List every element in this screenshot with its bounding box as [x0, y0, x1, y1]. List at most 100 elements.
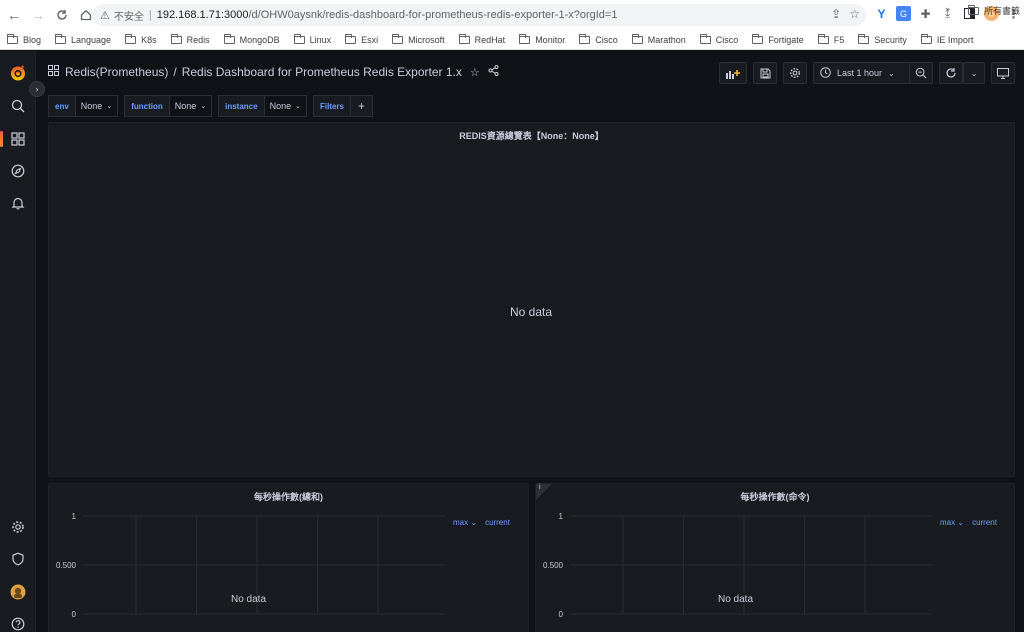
- overview-panel[interactable]: REDIS資源總覽表【None：None】 No data: [48, 122, 1015, 477]
- folder-link[interactable]: Redis(Prometheus): [65, 65, 168, 79]
- bookmark-item[interactable]: Redis: [170, 33, 210, 45]
- bookmark-item[interactable]: Fortigate: [752, 33, 804, 45]
- folder-icon: [458, 33, 470, 44]
- variable-select-function[interactable]: None ⌄: [169, 95, 213, 117]
- legend-max-label: max: [940, 518, 956, 527]
- tv-mode-button[interactable]: [991, 62, 1015, 84]
- bookmarks-overflow[interactable]: »: [945, 4, 950, 14]
- explore-compass-icon[interactable]: [9, 162, 27, 180]
- zoom-out-button[interactable]: [909, 62, 933, 84]
- bookmark-item[interactable]: RedHat: [458, 33, 505, 45]
- bookmark-item[interactable]: K8s: [125, 33, 157, 45]
- time-range-picker[interactable]: Last 1 hour ⌄: [813, 62, 911, 84]
- variable-select-instance[interactable]: None ⌄: [264, 95, 307, 117]
- alerting-bell-icon[interactable]: [9, 194, 27, 212]
- ops-command-panel[interactable]: i 每秒操作數(命令) 1 0.500 0 max ⌄ current No dat…: [535, 483, 1015, 632]
- translate-extension-icon[interactable]: G: [896, 6, 911, 21]
- ops-total-graph: 1 0.500 0: [56, 512, 445, 619]
- bookmark-item[interactable]: Esxi: [345, 33, 378, 45]
- folder-icon: [817, 33, 829, 44]
- dashboards-icon[interactable]: [9, 130, 27, 148]
- bookmark-item[interactable]: Marathon: [631, 33, 686, 45]
- grafana-logo-icon[interactable]: [9, 64, 27, 82]
- no-data-message: No data: [510, 305, 553, 319]
- share-page-icon[interactable]: ⇪: [831, 7, 841, 21]
- bookmark-item[interactable]: Linux: [293, 33, 331, 45]
- save-dashboard-button[interactable]: [753, 62, 777, 84]
- side-menu: [0, 51, 36, 632]
- legend-max-column[interactable]: max ⌄: [940, 518, 964, 527]
- address-bar[interactable]: ⚠ 不安全 | 192.168.1.71:3000/d/OHW0aysnk/re…: [92, 4, 866, 26]
- configuration-gear-icon[interactable]: [9, 518, 27, 536]
- expand-menu-chevron-icon[interactable]: ›: [29, 81, 45, 97]
- bookmark-item[interactable]: IE Import: [920, 33, 973, 45]
- bookmark-label: Blog: [23, 34, 42, 45]
- bookmark-item[interactable]: Cisco: [699, 33, 739, 45]
- forward-icon[interactable]: →: [27, 4, 49, 26]
- refresh-interval-dropdown[interactable]: ⌄: [963, 62, 985, 84]
- add-panel-button[interactable]: [719, 62, 747, 84]
- back-icon[interactable]: ←: [3, 4, 25, 26]
- bookmark-item[interactable]: Microsoft: [392, 33, 445, 45]
- variable-value-env: None: [80, 101, 103, 111]
- server-admin-shield-icon[interactable]: [9, 550, 27, 568]
- folder-icon: [125, 33, 137, 44]
- bookmark-label: Cisco: [715, 34, 739, 45]
- add-filter-button[interactable]: +: [351, 95, 373, 117]
- ops-total-panel[interactable]: 每秒操作數(總和) 1 0.500 0 max ⌄ current No data: [48, 483, 529, 632]
- url-host: 192.168.1.71:3000: [156, 9, 249, 21]
- bookmark-star-icon[interactable]: ☆: [849, 7, 860, 21]
- variable-value-instance: None: [269, 101, 292, 111]
- panel-title[interactable]: 每秒操作數(命令): [536, 490, 1014, 503]
- warning-icon[interactable]: ⚠: [100, 9, 110, 22]
- bookmark-label: Security: [874, 34, 907, 45]
- bookmark-item[interactable]: Security: [858, 33, 907, 45]
- legend-current-column[interactable]: current: [972, 518, 997, 527]
- panel-title[interactable]: 每秒操作數(總和): [49, 490, 528, 503]
- y-tick-label: 1: [72, 512, 77, 521]
- folder-icon: [7, 33, 18, 44]
- legend-current-column[interactable]: current: [485, 518, 510, 527]
- legend-max-label: max: [453, 518, 469, 527]
- all-bookmarks[interactable]: 所有書籤: [968, 4, 1020, 17]
- bookmarks-bar: Blog Language K8s Redis MongoDB Linux Esxi Micr…: [0, 30, 1024, 50]
- variable-value-function: None: [174, 101, 197, 111]
- bookmark-label: Marathon: [647, 34, 686, 45]
- folder-icon: [55, 33, 67, 44]
- folder-icon: [631, 33, 643, 44]
- chevron-down-icon: ⌄: [106, 103, 113, 110]
- bookmark-label: Microsoft: [408, 34, 445, 45]
- extensions-puzzle-icon[interactable]: ✚: [918, 6, 933, 21]
- active-indicator: [0, 131, 3, 147]
- share-dashboard-icon[interactable]: [488, 65, 499, 79]
- browser-toolbar: ← → ⚠ 不安全 | 192.168.1.71:3000/d/OHW0aysn…: [0, 0, 1024, 30]
- grafana-app: › Redis(Prometheus) / Redis Dashboard fo…: [0, 51, 1024, 632]
- bookmark-label: Redis: [186, 34, 210, 45]
- bookmark-item[interactable]: MongoDB: [223, 33, 280, 45]
- variable-select-env[interactable]: None ⌄: [75, 95, 119, 117]
- extension-v-icon[interactable]: Y: [874, 6, 889, 21]
- bookmark-item[interactable]: F5: [817, 33, 844, 45]
- search-icon[interactable]: [9, 97, 27, 115]
- filters-label: Filters: [312, 95, 351, 117]
- variables-bar: env None ⌄ function None ⌄ instance None ⌄ …: [48, 95, 373, 117]
- help-icon[interactable]: [9, 615, 27, 632]
- dashboard-navbar: Redis(Prometheus) / Redis Dashboard for …: [36, 51, 1024, 95]
- bookmark-item[interactable]: Blog: [7, 33, 42, 45]
- user-avatar-icon[interactable]: [9, 583, 27, 601]
- legend-header: max ⌄ current: [453, 518, 510, 527]
- legend-max-column[interactable]: max ⌄: [453, 518, 477, 527]
- clock-icon: [820, 66, 831, 80]
- dashboard-title[interactable]: Redis Dashboard for Prometheus Redis Exp…: [182, 65, 462, 79]
- bookmark-item[interactable]: Monitor: [519, 33, 565, 45]
- bookmark-item[interactable]: Cisco: [579, 33, 618, 45]
- refresh-button[interactable]: [939, 62, 963, 84]
- dashboard-settings-button[interactable]: [783, 62, 807, 84]
- panel-title[interactable]: REDIS資源總覽表【None：None】: [49, 129, 1014, 142]
- favorite-star-icon[interactable]: ☆: [470, 66, 480, 79]
- folder-icon: [579, 33, 591, 44]
- reload-icon[interactable]: [51, 4, 73, 26]
- bookmark-item[interactable]: Language: [55, 33, 111, 45]
- folder-icon: [699, 33, 711, 44]
- folder-icon: [345, 33, 357, 44]
